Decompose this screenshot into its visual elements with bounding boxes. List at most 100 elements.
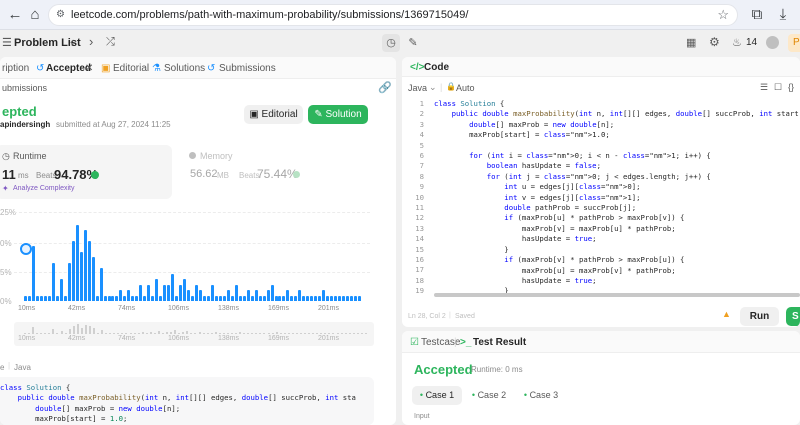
chart-bar[interactable] (183, 279, 187, 301)
chart-bar[interactable] (238, 295, 242, 301)
chart-bar[interactable] (171, 273, 175, 301)
address-bar[interactable]: ⚙ leetcode.com/problems/path-with-maximu… (48, 4, 738, 26)
bookmark-icon[interactable]: ☐ (774, 82, 782, 93)
download-icon[interactable]: ⤓ (774, 6, 792, 24)
chart-bar[interactable] (350, 295, 354, 301)
chart-bar[interactable] (342, 295, 346, 301)
link-icon[interactable]: 🔗 (378, 81, 392, 94)
chart-bar[interactable] (51, 262, 55, 301)
chevron-down-icon[interactable]: ⌄ (429, 82, 437, 93)
editor-scrollbar[interactable] (434, 293, 800, 297)
chart-bar[interactable] (250, 295, 254, 301)
chart-bar[interactable] (155, 279, 159, 301)
chart-bar[interactable] (39, 295, 43, 301)
chart-bar[interactable] (322, 290, 326, 301)
chart-bar[interactable] (83, 230, 87, 301)
chart-bar[interactable] (75, 224, 79, 301)
avatar[interactable] (766, 36, 779, 49)
chart-bar[interactable] (198, 290, 202, 301)
chart-bar[interactable] (103, 295, 107, 301)
chart-bar[interactable] (143, 295, 147, 301)
submissions-breadcrumb[interactable]: ubmissions (2, 83, 47, 93)
chart-bar[interactable] (131, 295, 135, 301)
chart-bar[interactable] (63, 295, 67, 301)
premium-badge[interactable]: P (788, 34, 800, 52)
tab-description[interactable]: ription (2, 63, 29, 74)
chart-bar[interactable] (87, 240, 91, 301)
tab-submissions[interactable]: Submissions (219, 63, 276, 74)
chart-bar[interactable] (286, 290, 290, 301)
menu-lines-icon[interactable]: ☰ (760, 82, 768, 93)
chart-bar[interactable] (330, 295, 334, 301)
chart-bar[interactable] (31, 246, 35, 301)
chart-bar[interactable] (27, 295, 31, 301)
submitted-code-preview[interactable]: class Solution { public double maxProbab… (0, 377, 374, 425)
chart-bar[interactable] (290, 295, 294, 301)
tab-solutions[interactable]: Solutions (164, 63, 205, 74)
chart-bar[interactable] (163, 284, 167, 301)
chart-bar[interactable] (187, 290, 191, 301)
home-icon[interactable]: ⌂ (26, 6, 44, 24)
submit-button[interactable]: S (786, 307, 800, 326)
chart-bar[interactable] (115, 295, 119, 301)
auto-mode[interactable]: Auto (456, 83, 475, 93)
debug-icon[interactable]: ▲ (722, 309, 731, 319)
case-2-tab[interactable]: • Case 2 (466, 386, 512, 405)
chart-bar[interactable] (334, 295, 338, 301)
chart-bar[interactable] (258, 295, 262, 301)
layout-icon[interactable]: ▦ (686, 36, 696, 49)
site-info-icon[interactable]: ⚙ (56, 9, 65, 20)
run-button[interactable]: Run (740, 307, 779, 326)
chart-bar[interactable] (262, 295, 266, 301)
chart-bar[interactable] (202, 295, 206, 301)
chart-bar[interactable] (206, 295, 210, 301)
chart-bar[interactable] (310, 295, 314, 301)
solution-button[interactable]: ✎ Solution (308, 105, 368, 124)
code-editor[interactable]: 1 2 3 4 5 6 7 8 9 10 11 12 13 14 15 16 17 18 19 class Solu… (402, 99, 800, 295)
chart-bar[interactable] (282, 295, 286, 301)
chart-bar[interactable] (214, 295, 218, 301)
chart-bar[interactable] (354, 295, 358, 301)
chart-bar[interactable] (314, 295, 318, 301)
streak-fire-icon[interactable]: ♨ (732, 36, 742, 49)
your-runtime-marker[interactable] (20, 243, 32, 255)
chart-bar[interactable] (246, 290, 250, 301)
chart-bar[interactable] (346, 295, 350, 301)
analyze-complexity-link[interactable]: Analyze Complexity (13, 185, 74, 192)
chart-bar[interactable] (218, 295, 222, 301)
chart-bar[interactable] (91, 257, 95, 301)
timer-icon[interactable]: ◷ (382, 34, 400, 52)
tab-test-result[interactable]: Test Result (473, 337, 526, 348)
case-3-tab[interactable]: • Case 3 (518, 386, 564, 405)
chart-bar[interactable] (127, 290, 131, 301)
chart-bar[interactable] (278, 295, 282, 301)
chart-bar[interactable] (302, 295, 306, 301)
chart-bar[interactable] (107, 295, 111, 301)
editorial-button[interactable]: ▣ Editorial (244, 105, 303, 124)
chart-bar[interactable] (151, 295, 155, 301)
case-1-tab[interactable]: • Case 1 (412, 386, 462, 405)
extensions-icon[interactable]: ⧉ (748, 6, 766, 24)
chart-bar[interactable] (326, 295, 330, 301)
language-select[interactable]: Java (408, 83, 427, 93)
back-icon[interactable]: ← (6, 6, 24, 24)
chart-bar[interactable] (24, 295, 27, 301)
settings-icon[interactable]: ⚙ (709, 35, 720, 49)
chart-bar[interactable] (147, 284, 151, 301)
runtime-distribution-chart[interactable]: 25% 0% 5% 0% 10ms 42ms 74ms 106ms 138ms 169ms… (0, 207, 380, 347)
chart-bar[interactable] (306, 295, 310, 301)
memory-card[interactable]: Memory 56.62 MB Beats 75.44% (183, 145, 369, 199)
chart-bar[interactable] (59, 279, 63, 301)
chart-bar[interactable] (358, 295, 362, 301)
chart-bar[interactable] (67, 262, 71, 301)
chart-bar[interactable] (194, 284, 198, 301)
menu-icon[interactable]: ☰ (2, 36, 12, 49)
chart-bar[interactable] (270, 284, 274, 301)
chart-bar[interactable] (79, 251, 83, 301)
tab-editorial[interactable]: Editorial (113, 63, 149, 74)
chart-bar[interactable] (222, 295, 226, 301)
chart-bar[interactable] (274, 295, 278, 301)
chart-bar[interactable] (338, 295, 342, 301)
chart-bar[interactable] (294, 295, 298, 301)
chart-bar[interactable] (175, 295, 179, 301)
